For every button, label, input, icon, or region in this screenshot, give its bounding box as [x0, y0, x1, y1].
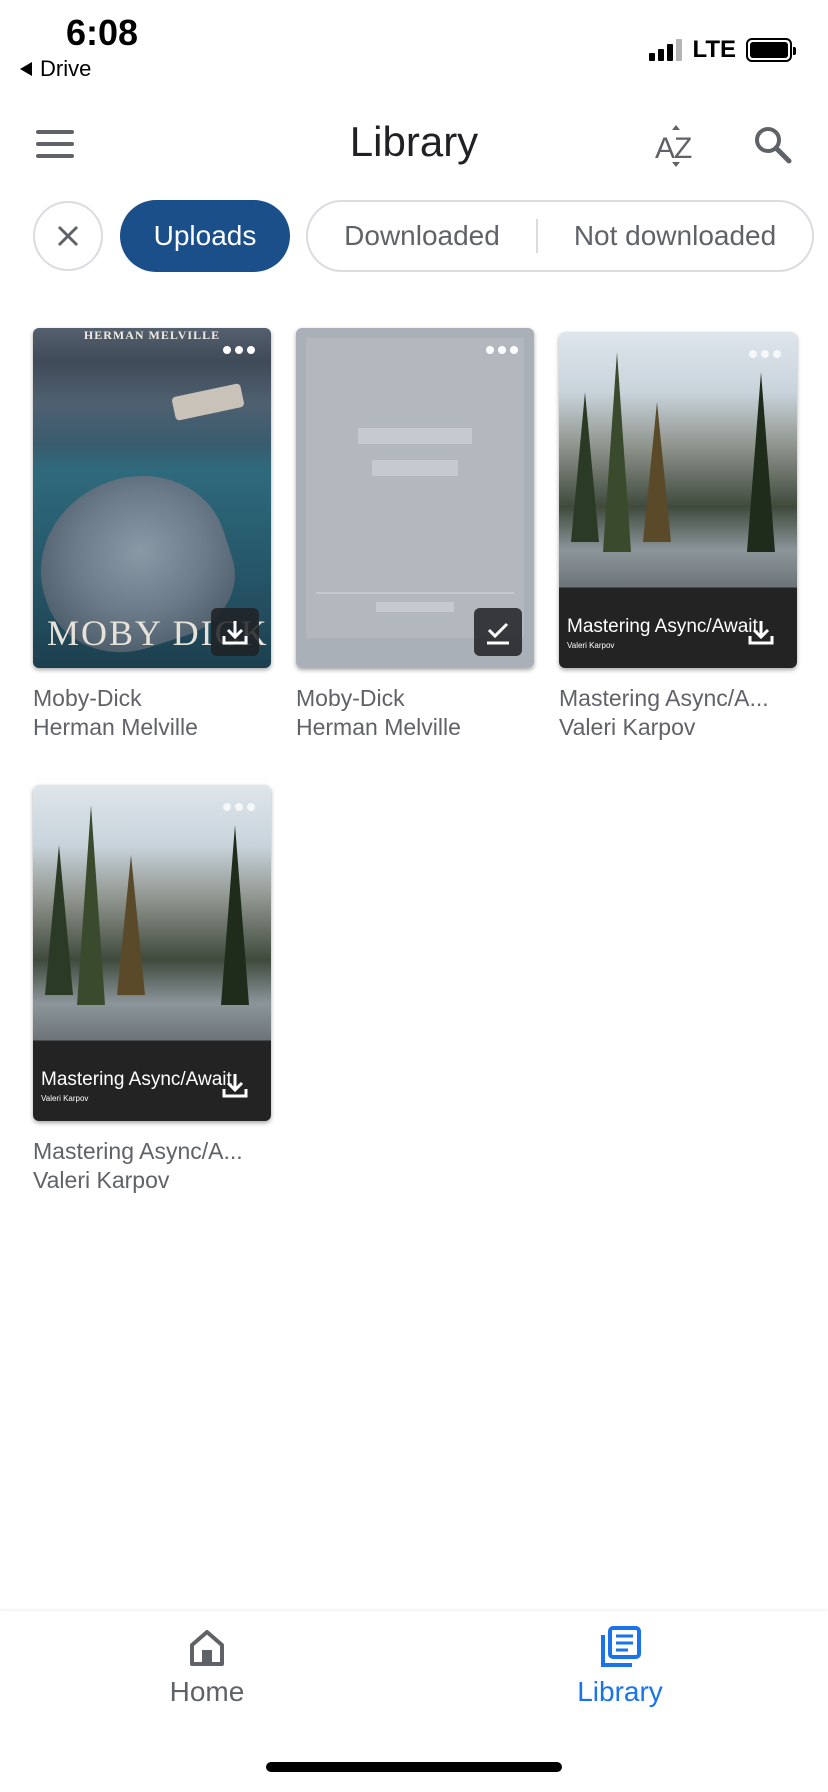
book-author: Valeri Karpov	[559, 714, 696, 740]
network-label: LTE	[692, 36, 736, 63]
book-title: Mastering Async/A...	[33, 1138, 243, 1164]
back-to-drive[interactable]: Drive	[20, 56, 91, 82]
nav-library-label: Library	[577, 1676, 663, 1707]
book-author: Valeri Karpov	[33, 1167, 170, 1193]
download-button[interactable]	[211, 1061, 259, 1109]
page-title: Library	[349, 118, 479, 165]
book-card[interactable]: HERMAN MELVILLE MOBY DICK Moby-Dick Herm…	[33, 328, 271, 742]
download-icon	[222, 1074, 248, 1098]
download-filter-group: Downloaded Not downloaded	[306, 200, 814, 272]
more-options-icon[interactable]	[486, 346, 518, 354]
cover-author: HERMAN MELVILLE	[83, 328, 221, 342]
book-cover[interactable]	[296, 328, 534, 668]
back-label: Drive	[40, 56, 92, 81]
book-card[interactable]: Mastering Async/Await Valeri Karpov Mast…	[559, 332, 797, 742]
back-arrow-icon	[20, 62, 32, 76]
chip-not-downloaded[interactable]: Not downloaded	[538, 202, 812, 270]
book-title: Moby-Dick	[296, 685, 405, 711]
more-options-icon[interactable]	[749, 350, 781, 358]
chip-downloaded[interactable]: Downloaded	[308, 202, 536, 270]
book-author: Herman Melville	[296, 714, 461, 740]
download-button[interactable]	[737, 608, 785, 656]
download-icon	[748, 621, 774, 645]
book-cover[interactable]: Mastering Async/Await Valeri Karpov	[559, 332, 797, 668]
book-author: Herman Melville	[33, 714, 198, 740]
svg-text:Z: Z	[674, 132, 692, 165]
book-cover[interactable]: HERMAN MELVILLE MOBY DICK	[33, 328, 271, 668]
search-icon[interactable]	[752, 124, 792, 164]
book-title: Moby-Dick	[33, 685, 142, 711]
close-icon	[57, 225, 79, 247]
svg-text:A: A	[655, 132, 675, 165]
nav-home-label: Home	[169, 1676, 245, 1707]
downloaded-status-button[interactable]	[474, 608, 522, 656]
download-button[interactable]	[211, 608, 259, 656]
downloaded-check-icon	[487, 622, 509, 645]
book-card[interactable]: Moby-Dick Herman Melville	[296, 328, 534, 742]
library-icon	[601, 1626, 641, 1667]
cover-title: Mastering Async/Await	[567, 616, 758, 637]
home-icon	[190, 1630, 224, 1666]
cover-title: Mastering Async/Await	[41, 1069, 232, 1090]
home-indicator	[266, 1762, 562, 1772]
chip-uploads[interactable]: Uploads	[120, 200, 290, 272]
clear-filter-button[interactable]	[33, 201, 103, 271]
cover-author: Valeri Karpov	[41, 1094, 89, 1103]
book-card[interactable]: Mastering Async/Await Valeri Karpov Mast…	[33, 785, 271, 1195]
cover-author: Valeri Karpov	[567, 641, 615, 650]
book-cover[interactable]: Mastering Async/Await Valeri Karpov	[33, 785, 271, 1121]
download-icon	[222, 621, 248, 645]
sort-az-icon[interactable]: A Z	[654, 124, 698, 168]
signal-icon	[649, 39, 683, 61]
status-time: 6:08	[66, 12, 139, 53]
more-options-icon[interactable]	[223, 803, 255, 811]
nav-library[interactable]: Library	[540, 1625, 700, 1708]
status-indicators: LTE	[649, 36, 796, 64]
more-options-icon[interactable]	[223, 346, 255, 354]
book-title: Mastering Async/A...	[559, 685, 769, 711]
battery-icon	[746, 38, 796, 62]
nav-home[interactable]: Home	[127, 1625, 287, 1708]
